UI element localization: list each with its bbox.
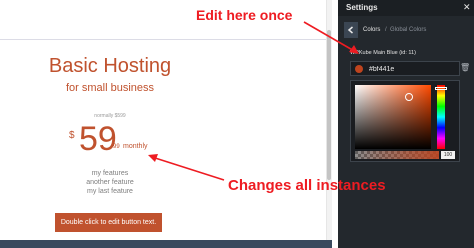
- scrollbar-thumb[interactable]: [327, 30, 331, 180]
- hue-slider[interactable]: [437, 85, 445, 149]
- color-picker: 100: [350, 80, 460, 162]
- breadcrumb-separator: /: [385, 27, 387, 33]
- back-button[interactable]: [344, 22, 358, 38]
- price-cents: 99: [113, 144, 120, 150]
- breadcrumb-global-colors[interactable]: Global Colors: [390, 27, 426, 33]
- color-name-label: WPKube Main Blue (id: 11): [350, 50, 416, 56]
- settings-header: Settings ✕: [338, 0, 474, 16]
- price-amount: 59: [79, 120, 117, 158]
- close-icon[interactable]: ✕: [463, 2, 471, 13]
- annotation-edit-here: Edit here once: [196, 7, 293, 23]
- footer-bar: [0, 240, 332, 248]
- settings-title: Settings: [346, 3, 378, 12]
- settings-panel: Settings ✕ Colors / Global Colors WPKube…: [338, 0, 474, 248]
- trash-icon[interactable]: 🗑: [460, 63, 470, 72]
- color-swatch[interactable]: [355, 65, 363, 73]
- pricing-cta-button[interactable]: Double click to edit button text.: [55, 213, 162, 232]
- hue-slider-handle[interactable]: [435, 87, 447, 90]
- opacity-slider[interactable]: [355, 151, 439, 159]
- price-currency: $: [69, 130, 75, 141]
- annotation-changes-all: Changes all instances: [228, 177, 386, 194]
- pricing-title: Basic Hosting: [48, 55, 172, 77]
- breadcrumb-colors[interactable]: Colors: [363, 27, 380, 33]
- page-preview: Basic Hosting for small business normall…: [0, 0, 332, 248]
- feature-item: my features: [91, 170, 129, 177]
- pricing-subtitle: for small business: [65, 82, 155, 94]
- color-value-field[interactable]: [350, 61, 460, 76]
- opacity-value[interactable]: 100: [441, 151, 455, 159]
- price-period: monthly: [123, 143, 148, 150]
- feature-list: my features another feature my last feat…: [0, 169, 220, 196]
- chevron-left-icon: [347, 26, 353, 34]
- feature-item: another feature: [86, 179, 134, 186]
- saturation-handle[interactable]: [405, 93, 413, 101]
- feature-item: my last feature: [87, 188, 133, 195]
- hex-color-input[interactable]: [369, 64, 449, 74]
- saturation-value-area[interactable]: [355, 85, 431, 149]
